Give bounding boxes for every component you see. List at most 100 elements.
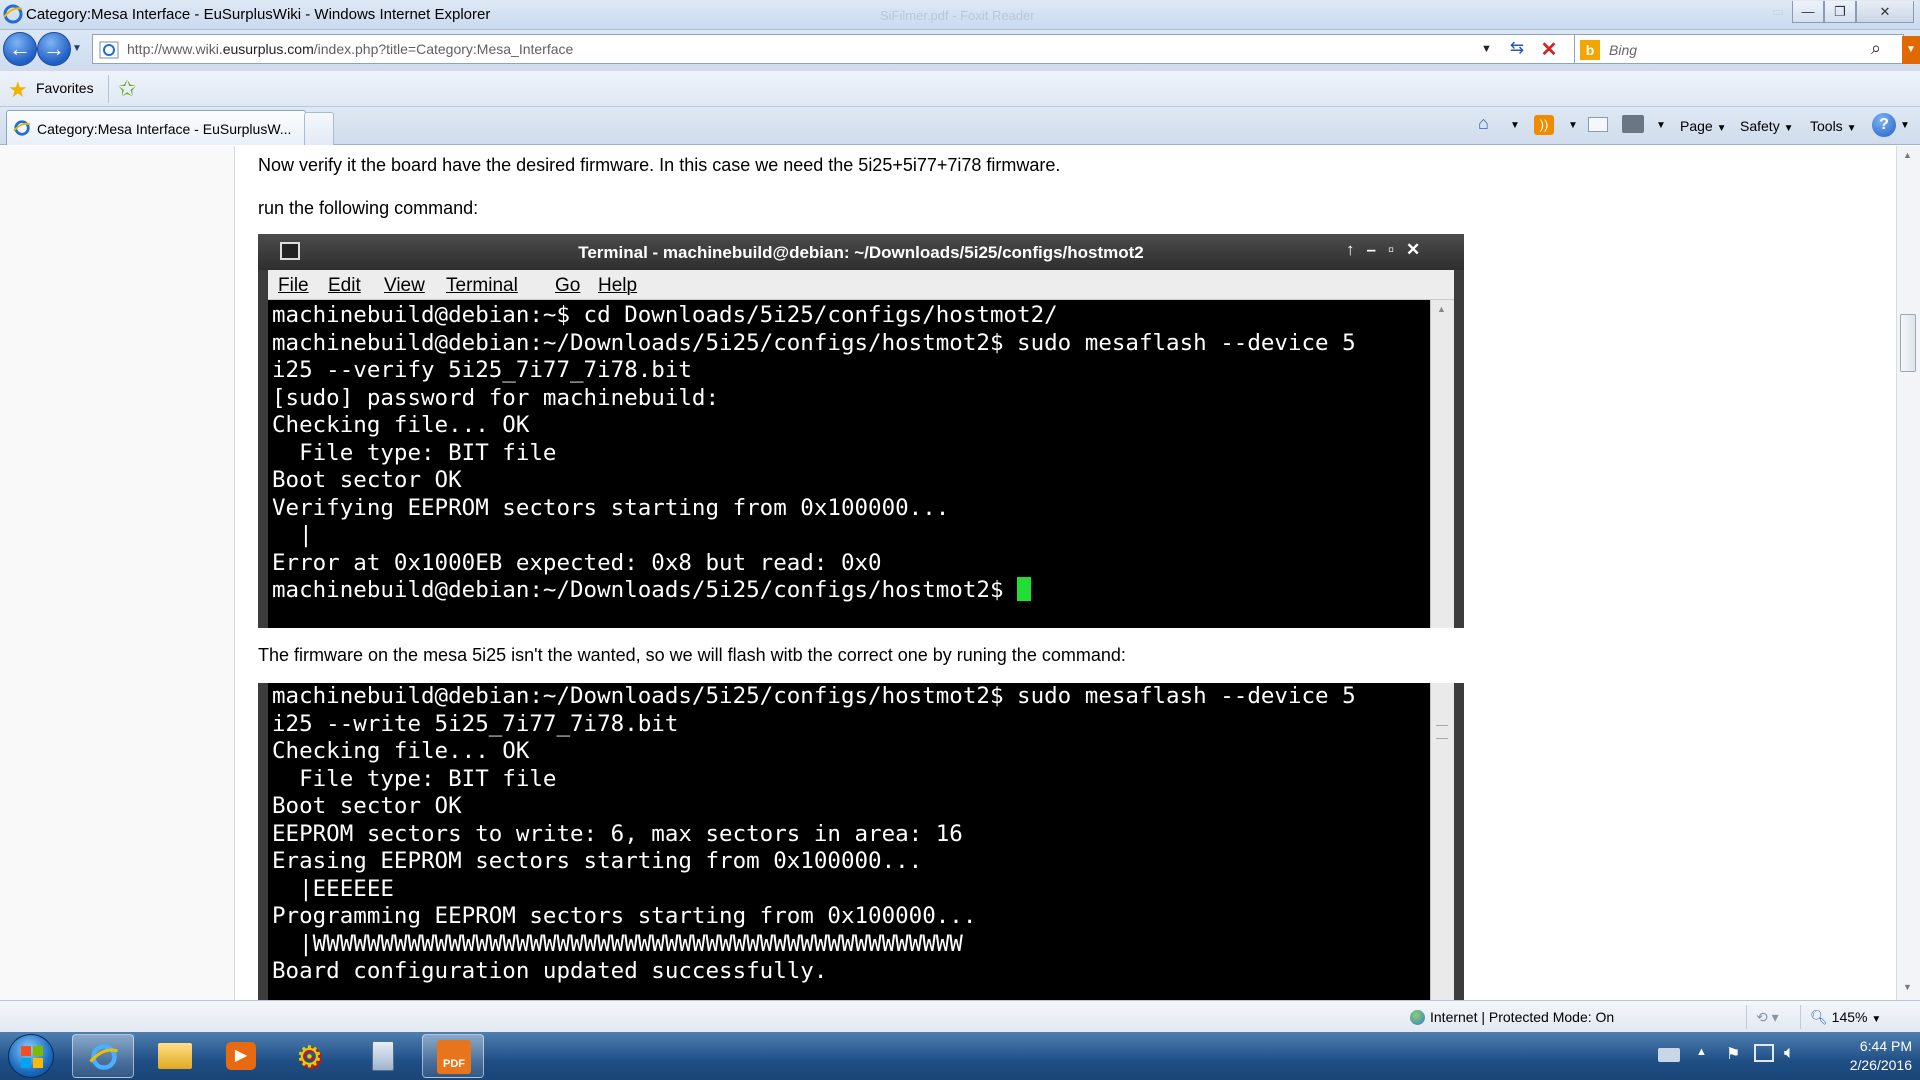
forward-button[interactable]: → — [37, 32, 71, 66]
terminal-title: Terminal - machinebuild@debian: ~/Downlo… — [578, 243, 1144, 262]
terminal-line: machinebuild@debian:~$ cd Downloads/5i25… — [272, 302, 1058, 328]
terminal-line: Board configuration updated successfully… — [272, 958, 828, 984]
windows-taskbar: ▶ ⚙ PDF ▲ ⚑ 🔈︎ 6:44 PM 2/26/2016 — [0, 1032, 1920, 1080]
terminal-menu-file: File — [278, 275, 309, 296]
terminal-line: Erasing EEPROM sectors starting from 0x1… — [272, 848, 923, 874]
clock-date[interactable]: 2/26/2016 — [1826, 1057, 1912, 1073]
action-center-icon[interactable]: ⚑ — [1726, 1044, 1740, 1064]
address-toolbar: ← → ▼ http://www.wiki.eusurplus.com/inde… — [0, 30, 1920, 71]
taskbar-foxit-reader[interactable]: PDF — [422, 1034, 484, 1078]
show-hidden-icons-icon[interactable]: ▲ — [1696, 1046, 1707, 1058]
print-dropdown-icon[interactable]: ▼ — [1656, 120, 1666, 131]
internet-globe-icon — [1410, 1010, 1425, 1025]
tools-menu[interactable]: Tools ▼ — [1810, 118, 1856, 134]
status-bar: Internet | Protected Mode: On ⟲ ▾ 🔍︎ 145… — [0, 1000, 1920, 1032]
ie-logo-icon — [89, 1044, 118, 1070]
search-box[interactable]: b Bing ⌕ — [1574, 34, 1904, 64]
stop-icon[interactable]: ✕ — [1535, 37, 1563, 61]
terminal-line: Checking file... OK — [272, 412, 530, 438]
address-dropdown-icon[interactable]: ▼ — [1481, 43, 1492, 55]
taskbar-internet-explorer[interactable] — [72, 1034, 134, 1078]
help-icon[interactable]: ? — [1872, 113, 1896, 137]
page-content: Now verify it the board have the desired… — [0, 146, 1920, 1000]
scroll-down-icon[interactable]: ▼ — [1903, 982, 1912, 992]
tab-mesa-interface[interactable]: Category:Mesa Interface - EuSurplusW... — [6, 110, 306, 145]
ie-logo-icon — [3, 4, 23, 24]
wiki-sidebar — [0, 146, 235, 1000]
security-zone[interactable]: Internet | Protected Mode: On — [1430, 1009, 1614, 1025]
tab-label: Category:Mesa Interface - EuSurplusW... — [37, 121, 292, 137]
terminal-menu-view: View — [384, 275, 425, 296]
taskbar-app-gears[interactable]: ⚙ — [282, 1034, 344, 1078]
terminal-scrollbar — [1430, 683, 1454, 1000]
search-placeholder: Bing — [1609, 42, 1638, 58]
terminal-line: i25 --write 5i25_7i77_7i78.bit — [272, 710, 679, 737]
terminal-line: machinebuild@debian:~/Downloads/5i25/con… — [272, 683, 1356, 709]
terminal-window-controls-icon: ↑–▫✕ — [1346, 240, 1433, 259]
media-play-icon: ▶ — [226, 1042, 256, 1070]
clock-time[interactable]: 6:44 PM — [1836, 1038, 1912, 1054]
read-mail-icon[interactable] — [1588, 117, 1608, 132]
page-ie-icon — [99, 41, 119, 59]
history-dropdown-icon[interactable]: ▼ — [72, 43, 82, 54]
terminal-cursor — [1017, 577, 1032, 601]
popup-blocker-icon[interactable]: ⟲ ▾ — [1756, 1009, 1779, 1026]
page-scroll-thumb[interactable] — [1900, 314, 1916, 372]
calculator-icon — [372, 1041, 394, 1071]
windows-logo-icon — [21, 1046, 43, 1068]
keyboard-icon[interactable] — [1658, 1048, 1680, 1062]
terminal-menu-edit: Edit — [328, 275, 361, 296]
restore-button[interactable]: ❐ — [1824, 1, 1856, 23]
favorites-divider — [108, 75, 109, 103]
scroll-up-icon[interactable]: ▲ — [1903, 150, 1912, 160]
close-icon: ✕ — [1879, 3, 1891, 19]
favorites-button[interactable]: Favorites — [36, 80, 94, 96]
ghost-minimize-icon: ▭ — [1771, 4, 1785, 19]
terminal-line: | — [272, 522, 313, 548]
page-scrollbar[interactable]: ▲ ▼ — [1896, 146, 1920, 1000]
page-menu[interactable]: Page ▼ — [1680, 118, 1727, 134]
terminal-line: Programming EEPROM sectors starting from… — [272, 903, 977, 929]
home-icon[interactable]: ⌂ — [1478, 113, 1489, 134]
new-tab-button[interactable] — [304, 112, 334, 145]
refresh-icon[interactable]: ⇆ — [1503, 38, 1531, 62]
taskbar-explorer[interactable] — [144, 1034, 206, 1078]
terminal-line: Verifying EEPROM sectors starting from 0… — [272, 494, 950, 521]
terminal-screenshot-write: machinebuild@debian:~/Downloads/5i25/con… — [258, 683, 1464, 1000]
scroll-up-icon: ▲ — [1437, 304, 1446, 314]
start-button[interactable] — [8, 1034, 54, 1078]
feed-dropdown-icon[interactable]: ▼ — [1568, 120, 1578, 131]
close-button[interactable]: ✕ — [1856, 1, 1914, 23]
zoom-icon: 🔍︎ — [1810, 1009, 1828, 1025]
back-button[interactable]: ← — [3, 32, 37, 66]
tab-ie-icon — [13, 120, 31, 136]
add-favorites-icon[interactable]: ✩ — [118, 76, 136, 102]
forward-arrow-icon: → — [43, 36, 65, 61]
terminal-prompt-line: machinebuild@debian:~/Downloads/5i25/con… — [272, 577, 1430, 605]
terminal-line: Error at 0x1000EB expected: 0x8 but read… — [272, 549, 882, 576]
address-url[interactable]: http://www.wiki.eusurplus.com/index.php?… — [127, 41, 573, 57]
rss-feed-icon[interactable]: )) — [1534, 115, 1554, 135]
paragraph-flash-firmware: The firmware on the mesa 5i25 isn't the … — [258, 645, 1126, 665]
favorites-star-icon[interactable]: ★ — [8, 77, 28, 103]
volume-muted-icon[interactable]: 🔈︎ — [1784, 1042, 1795, 1063]
terminal-line: Checking file... OK — [272, 738, 530, 764]
tools-dropdown-icon: ▼ — [1846, 123, 1857, 134]
taskbar-calculator[interactable] — [352, 1034, 414, 1078]
window-title: Category:Mesa Interface - EuSurplusWiki … — [26, 6, 491, 23]
window-title-bar: Category:Mesa Interface - EuSurplusWiki … — [0, 0, 1920, 30]
terminal-line: machinebuild@debian:~/Downloads/5i25/con… — [272, 329, 1356, 356]
zoom-control[interactable]: 🔍︎ 145% ▼ — [1810, 1009, 1881, 1026]
search-options-icon[interactable]: ▼ — [1902, 36, 1920, 64]
help-dropdown-icon[interactable]: ▼ — [1900, 120, 1910, 131]
safety-menu[interactable]: Safety ▼ — [1740, 118, 1794, 134]
bing-logo-icon: b — [1580, 40, 1600, 60]
search-icon[interactable]: ⌕ — [1871, 38, 1881, 59]
taskbar-media-player[interactable]: ▶ — [210, 1034, 272, 1078]
network-icon[interactable] — [1754, 1044, 1774, 1062]
terminal-line: |EEEEEE — [272, 875, 394, 902]
address-bar[interactable]: http://www.wiki.eusurplus.com/index.php?… — [92, 34, 1580, 64]
print-icon[interactable] — [1622, 115, 1644, 133]
home-dropdown-icon[interactable]: ▼ — [1510, 120, 1520, 131]
minimize-button[interactable]: — — [1792, 1, 1824, 23]
